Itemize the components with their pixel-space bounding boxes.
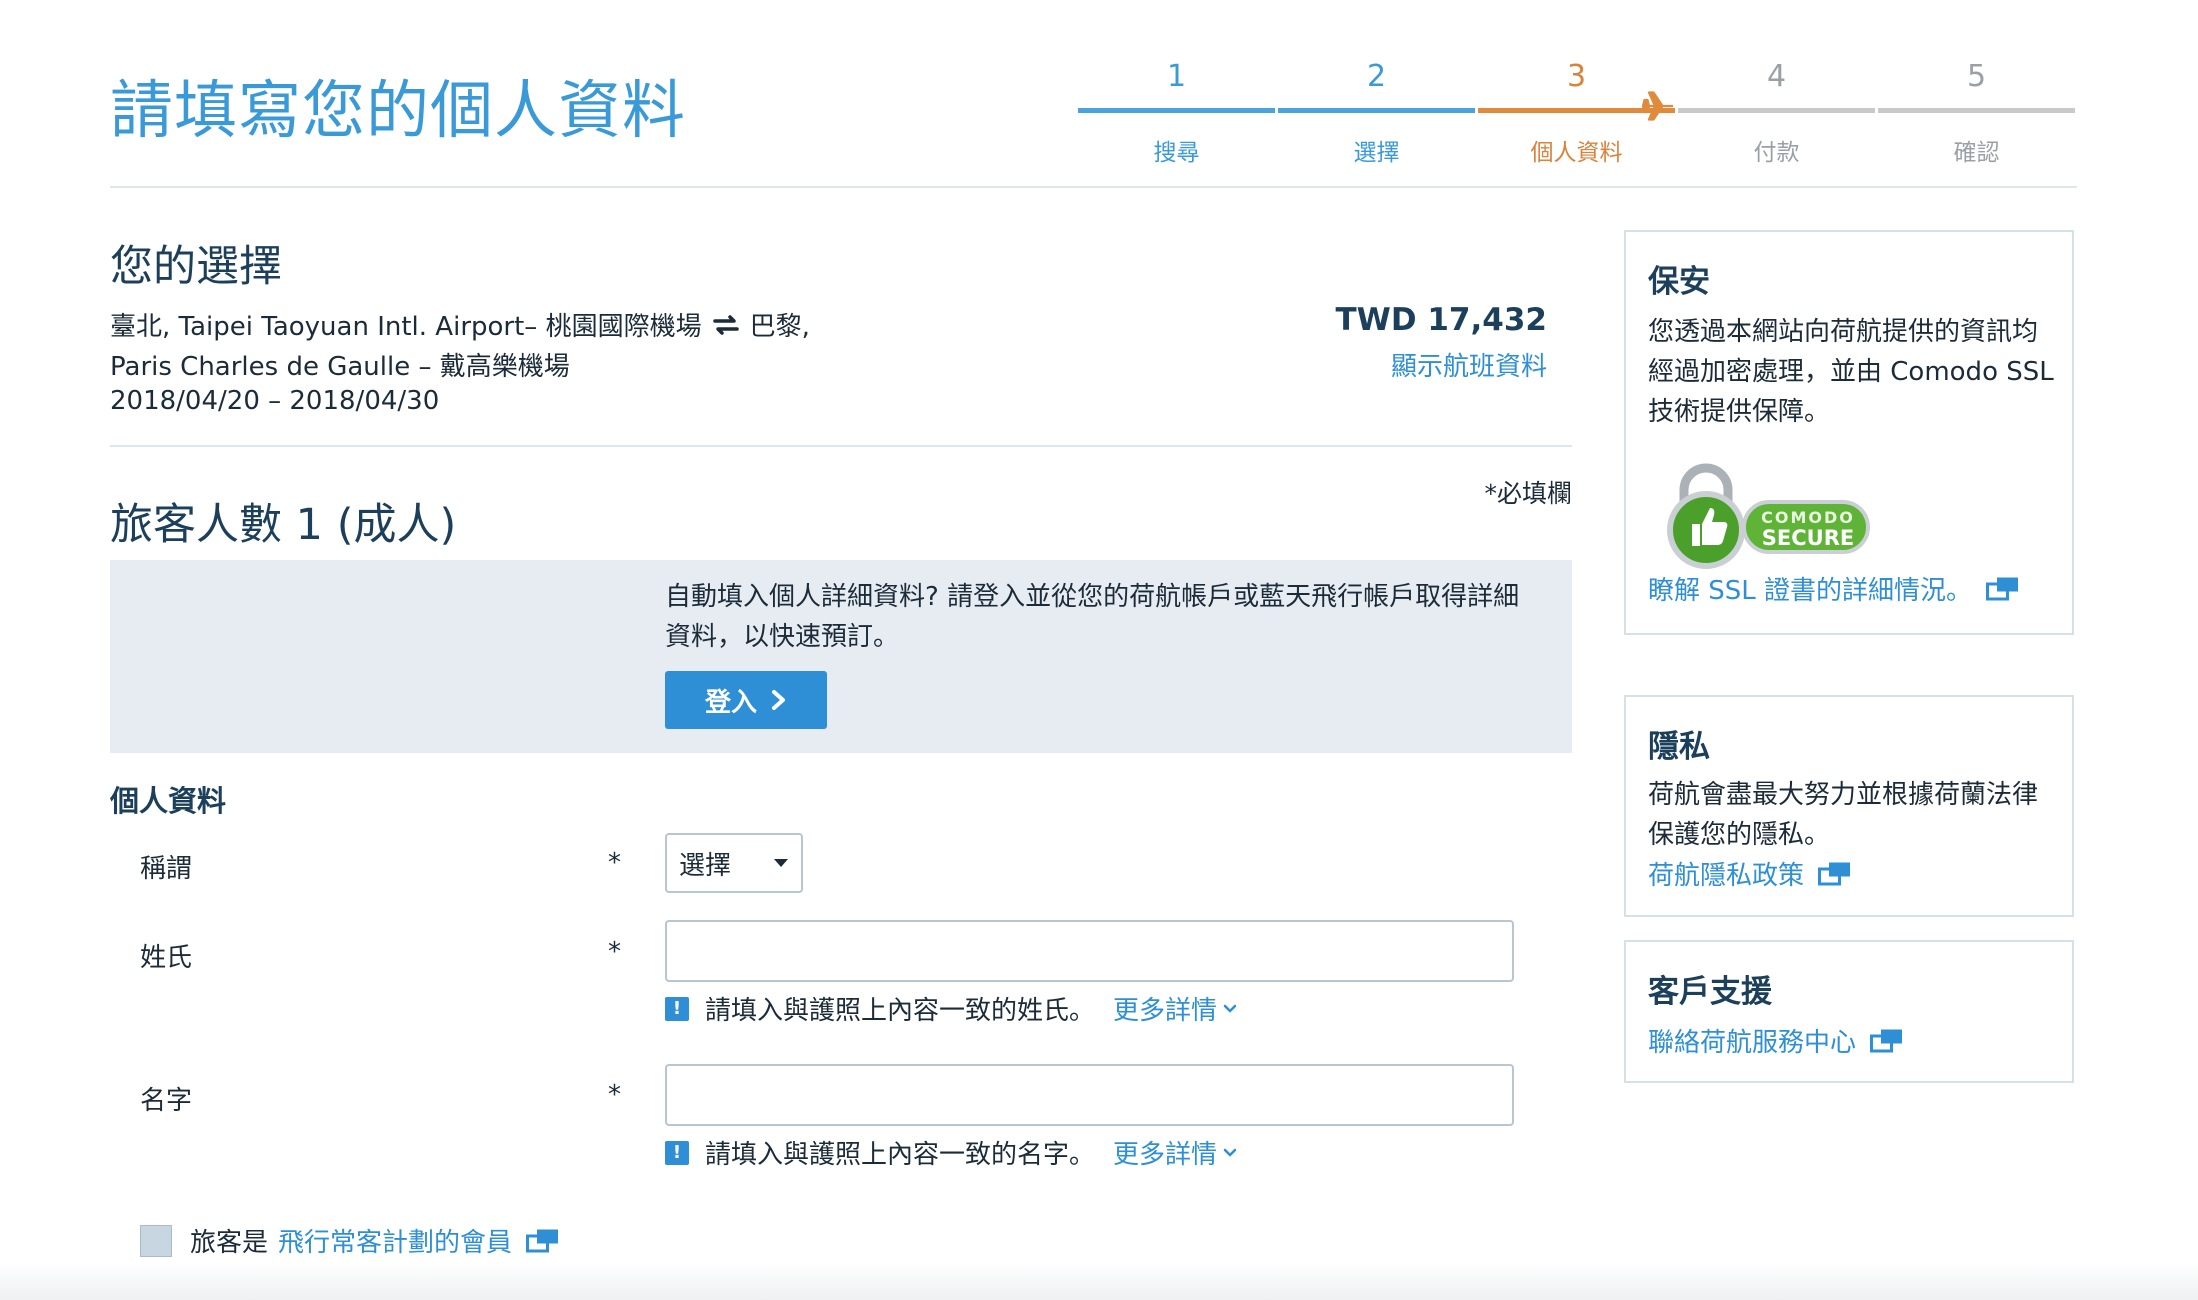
- frequent-flyer-prefix: 旅客是: [190, 1228, 269, 1258]
- show-flight-details-link[interactable]: 顯示航班資料: [1391, 346, 1547, 383]
- selection-title: 您的選擇: [110, 242, 282, 292]
- given-name-input[interactable]: [665, 1064, 1514, 1126]
- required-asterisk: *: [608, 1080, 621, 1110]
- external-window-icon[interactable]: [1818, 861, 1852, 887]
- chevron-down-icon[interactable]: [1223, 1004, 1237, 1014]
- round-trip-arrows-icon: [712, 314, 739, 335]
- page-bottom-fade: [0, 1262, 2198, 1300]
- salutation-label: 稱謂: [140, 854, 193, 884]
- chevron-down-icon[interactable]: [1223, 1148, 1237, 1158]
- progress-step-confirm: 5 確認: [1878, 60, 2075, 167]
- given-name-hint: ! 請填入與護照上內容一致的名字。 更多詳情: [665, 1134, 1237, 1171]
- comodo-badge-brand: COMODO: [1761, 508, 1855, 527]
- route-destination: Paris Charles de Gaulle – 戴高樂機場: [110, 352, 570, 382]
- progress-step-search: 1 搜尋: [1078, 60, 1275, 167]
- given-name-more-details-link[interactable]: 更多詳情: [1113, 1134, 1217, 1171]
- external-window-icon[interactable]: [526, 1228, 560, 1254]
- security-card: 保安 您透過本網站向荷航提供的資訊均經過加密處理，並由 Comodo SSL 技…: [1624, 230, 2074, 635]
- progress-step-select: 2 選擇: [1278, 60, 1475, 167]
- step-label: 選擇: [1353, 140, 1400, 166]
- route-destination-city: 巴黎,: [749, 312, 810, 342]
- caret-down-icon: [774, 859, 788, 867]
- step-label: 個人資料: [1530, 140, 1623, 166]
- privacy-policy-link[interactable]: 荷航隱私政策: [1648, 855, 1804, 892]
- security-text: 您透過本網站向荷航提供的資訊均經過加密處理，並由 Comodo SSL 技術提供…: [1648, 317, 2054, 427]
- step-bar: [1278, 108, 1475, 113]
- route-origin-text: 臺北, Taipei Taoyuan Intl. Airport– 桃園國際機場: [110, 312, 702, 342]
- step-number: 2: [1366, 59, 1387, 94]
- info-icon: !: [665, 1140, 689, 1165]
- step-number: 4: [1766, 59, 1787, 94]
- surname-label: 姓氏: [140, 943, 193, 973]
- comodo-badge-secure: SECURE: [1761, 526, 1855, 550]
- frequent-flyer-label: 旅客是 飛行常客計劃的會員: [190, 1222, 560, 1259]
- airplane-icon: [1641, 91, 1673, 121]
- login-prompt-text: 自動填入個人詳細資料? 請登入並從您的荷航帳戶或藍天飛行帳戶取得詳細資料，以快速…: [665, 582, 1520, 652]
- surname-input[interactable]: [665, 920, 1514, 982]
- privacy-policy-link-row[interactable]: 荷航隱私政策: [1648, 855, 1852, 892]
- external-window-icon[interactable]: [1870, 1028, 1904, 1054]
- step-label: 付款: [1753, 140, 1800, 166]
- progress-step-payment: 4 付款: [1678, 60, 1875, 167]
- contact-service-link-row[interactable]: 聯絡荷航服務中心: [1648, 1022, 1904, 1059]
- step-label: 搜尋: [1153, 140, 1200, 166]
- travel-dates: 2018/04/20 – 2018/04/30: [110, 386, 440, 416]
- frequent-flyer-checkbox[interactable]: [140, 1225, 172, 1257]
- total-price: TWD 17,432: [1335, 302, 1548, 338]
- support-card: 客戶支援 聯絡荷航服務中心: [1624, 940, 2074, 1083]
- chevron-right-icon: [772, 690, 785, 710]
- step-number: 5: [1966, 59, 1987, 94]
- header-divider: [110, 186, 2077, 188]
- step-bar: [1078, 108, 1275, 113]
- step-bar: [1878, 108, 2075, 113]
- frequent-flyer-link[interactable]: 飛行常客計劃的會員: [278, 1222, 512, 1259]
- external-window-icon[interactable]: [1986, 576, 2020, 602]
- privacy-card: 隱私 荷航會盡最大努力並根據荷蘭法律保護您的隱私。 荷航隱私政策: [1624, 695, 2074, 917]
- security-title: 保安: [1648, 264, 1710, 300]
- given-name-label: 名字: [140, 1086, 193, 1116]
- page-title: 請填寫您的個人資料: [110, 74, 686, 147]
- support-title: 客戶支援: [1648, 974, 1772, 1010]
- ssl-details-link[interactable]: 瞭解 SSL 證書的詳細情況。: [1648, 570, 1972, 607]
- required-asterisk: *: [608, 848, 621, 878]
- privacy-title: 隱私: [1648, 729, 1710, 765]
- required-asterisk: *: [608, 937, 621, 967]
- required-fields-note: *必填欄: [1484, 479, 1572, 508]
- salutation-selected-value: 選擇: [679, 850, 732, 881]
- selection-divider: [110, 445, 1572, 447]
- personal-details-title: 個人資料: [110, 784, 227, 818]
- info-icon: !: [665, 996, 689, 1021]
- comodo-secure-badge: COMODO SECURE: [1664, 462, 1874, 570]
- given-name-hint-text: 請填入與護照上內容一致的名字。: [705, 1140, 1096, 1170]
- surname-hint-text: 請填入與護照上內容一致的姓氏。: [705, 996, 1096, 1026]
- step-bar: [1678, 108, 1875, 113]
- salutation-select[interactable]: 選擇: [665, 833, 803, 893]
- privacy-text: 荷航會盡最大努力並根據荷蘭法律保護您的隱私。: [1648, 780, 2039, 850]
- surname-hint: ! 請填入與護照上內容一致的姓氏。 更多詳情: [665, 990, 1237, 1027]
- passengers-title: 旅客人數 1 (成人): [110, 500, 457, 550]
- route-origin: 臺北, Taipei Taoyuan Intl. Airport– 桃園國際機場…: [110, 306, 810, 343]
- ssl-details-link-row[interactable]: 瞭解 SSL 證書的詳細情況。: [1648, 570, 2020, 607]
- step-number: 1: [1166, 59, 1187, 94]
- contact-service-link[interactable]: 聯絡荷航服務中心: [1648, 1022, 1856, 1059]
- login-button[interactable]: 登入: [665, 671, 827, 729]
- login-button-label: 登入: [704, 687, 757, 718]
- step-label: 確認: [1953, 140, 2000, 166]
- surname-more-details-link[interactable]: 更多詳情: [1113, 990, 1217, 1027]
